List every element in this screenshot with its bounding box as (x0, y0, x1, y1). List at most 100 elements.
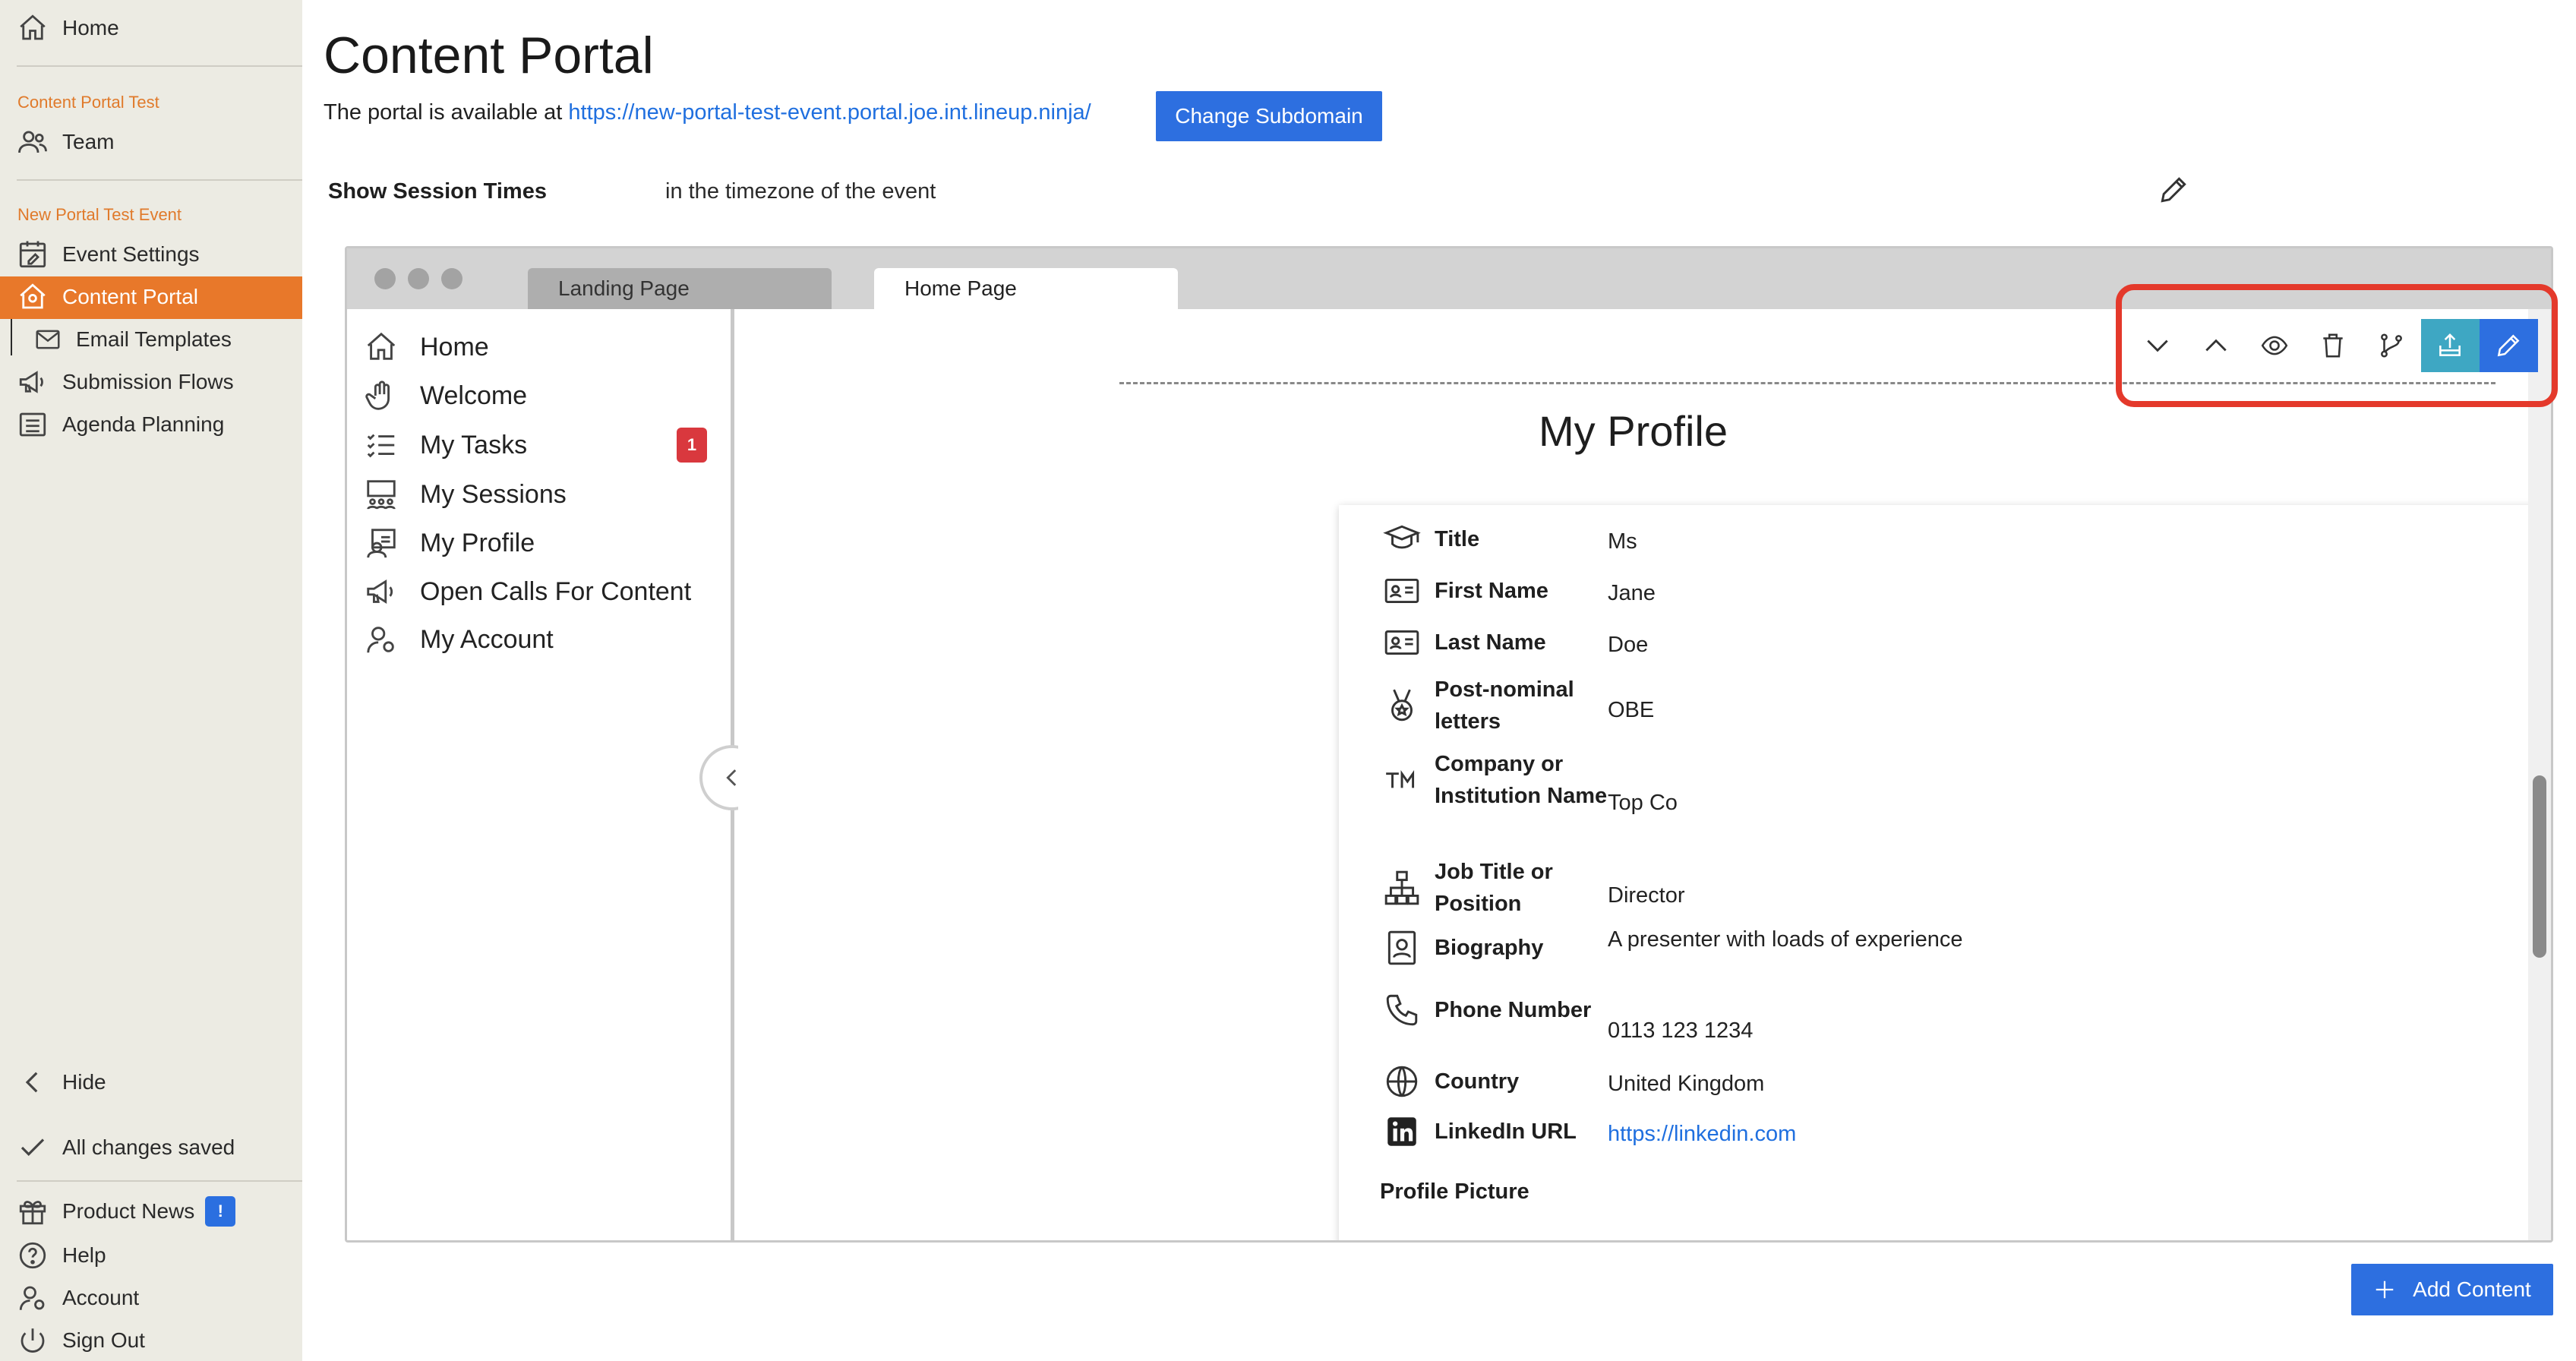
save-status: All changes saved (17, 1129, 235, 1167)
sidebar-item-label: Product News (62, 1199, 195, 1223)
sidebar-item-email-templates[interactable]: Email Templates (33, 321, 232, 358)
portal-text: The portal is available at (324, 100, 563, 125)
preview-nav-welcome[interactable]: Welcome (364, 374, 527, 417)
preview-nav-my-tasks[interactable]: My Tasks (364, 424, 527, 466)
question-icon (17, 1239, 49, 1271)
power-icon (17, 1325, 49, 1356)
field-label: Last Name (1435, 630, 1546, 655)
user-gear-icon (17, 1282, 49, 1314)
field-label: Title (1435, 527, 1480, 551)
medal-icon (1383, 687, 1421, 725)
pencil-icon[interactable] (2157, 173, 2190, 207)
scrollbar[interactable] (2528, 309, 2551, 1240)
sidebar-item-label: Content Portal (62, 285, 198, 308)
field-row-linkedin: LinkedIn URL (1383, 1113, 1609, 1151)
profile-icon (364, 526, 399, 561)
envelope-icon (33, 325, 62, 354)
team-icon (17, 126, 49, 158)
home-icon (17, 12, 49, 44)
sidebar-item-label: Account (62, 1286, 140, 1309)
field-label: First Name (1435, 579, 1548, 603)
account-icon (364, 622, 399, 657)
hide-sidebar-button[interactable]: Hide (17, 1063, 106, 1101)
sidebar-item-label: Team (62, 130, 115, 153)
preview-nav-label: My Account (420, 624, 554, 654)
field-value: Doe (1608, 633, 1649, 657)
sidebar-item-label: Sign Out (62, 1328, 145, 1352)
add-content-button[interactable]: Add Content (2351, 1264, 2553, 1315)
preview-content-area: My Profile Title Ms First Name Jane Last… (738, 309, 2551, 1240)
field-label: Country (1435, 1069, 1520, 1094)
field-row-biography: Biography (1383, 929, 1609, 967)
sidebar-item-label: Help (62, 1243, 106, 1267)
mortarboard-icon (1383, 520, 1421, 558)
section-title: My Profile (1539, 407, 1728, 455)
list-icon (17, 409, 49, 441)
preview-nav-label: Welcome (420, 381, 528, 410)
preview-nav-open-calls[interactable]: Open Calls For Content (364, 570, 691, 613)
megaphone-icon (17, 366, 49, 398)
field-row-post-nominal: Post-nominal letters (1383, 674, 1609, 737)
profile-picture-label: Profile Picture (1380, 1179, 1530, 1204)
preview-nav-my-account[interactable]: My Account (364, 618, 554, 661)
session-times-value: in the timezone of the event (665, 179, 936, 204)
sidebar-item-label: Email Templates (76, 327, 232, 351)
field-label: Biography (1435, 936, 1544, 960)
tab-home-page[interactable]: Home Page (874, 268, 1178, 309)
field-row-last-name: Last Name (1383, 624, 1609, 662)
sidebar-item-label: Agenda Planning (62, 412, 225, 436)
org-chart-icon (1383, 869, 1421, 907)
event-section-label: New Portal Test Event (17, 205, 182, 224)
news-badge: ! (205, 1196, 236, 1227)
sidebar-divider (17, 1180, 302, 1182)
field-value: A presenter with loads of experience (1608, 927, 1963, 952)
save-status-text: All changes saved (62, 1135, 235, 1159)
field-row-company: Company or Institution Name (1383, 748, 1609, 812)
page-title: Content Portal (324, 27, 654, 84)
sidebar-item-product-news[interactable]: Product News ! (17, 1192, 236, 1230)
sidebar-item-help[interactable]: Help (17, 1236, 106, 1274)
field-value: United Kingdom (1608, 1072, 1765, 1096)
chevron-left-icon (17, 1066, 49, 1098)
field-value: Director (1608, 883, 1685, 908)
sidebar-item-event-settings[interactable]: Event Settings (17, 235, 200, 273)
portrait-icon (1383, 929, 1421, 967)
scrollbar-thumb[interactable] (2533, 775, 2546, 958)
sidebar-item-content-portal[interactable]: Content Portal (17, 278, 198, 316)
preview-nav-my-profile[interactable]: My Profile (364, 522, 535, 564)
sidebar-item-label: Submission Flows (62, 370, 234, 393)
sidebar-item-agenda-planning[interactable]: Agenda Planning (17, 406, 224, 444)
tasks-count-badge: 1 (677, 428, 707, 463)
sidebar-divider (17, 179, 302, 181)
preview-nav-label: Open Calls For Content (420, 576, 692, 606)
field-label: Job Title or Position (1435, 860, 1553, 916)
calendar-edit-icon (17, 238, 49, 270)
checkmark-icon (17, 1132, 49, 1164)
globe-icon (1383, 1063, 1421, 1100)
session-times-label: Show Session Times (328, 179, 547, 204)
id-card-icon (1383, 624, 1421, 662)
field-value: Jane (1608, 581, 1656, 605)
change-subdomain-button[interactable]: Change Subdomain (1156, 91, 1382, 141)
sidebar-item-account[interactable]: Account (17, 1279, 139, 1317)
sidebar-item-sign-out[interactable]: Sign Out (17, 1322, 145, 1359)
linkedin-link[interactable]: https://linkedin.com (1608, 1122, 1796, 1147)
preview-nav-home[interactable]: Home (364, 326, 489, 368)
field-row-title: Title (1383, 520, 1609, 558)
portal-url-link[interactable]: https://new-portal-test-event.portal.joe… (568, 100, 1091, 125)
window-dot (408, 268, 429, 289)
sidebar-item-team[interactable]: Team (17, 123, 114, 161)
wave-hand-icon (364, 378, 399, 413)
preview-nav-label: My Profile (420, 528, 535, 557)
field-row-job-title: Job Title or Position (1383, 856, 1609, 920)
preview-nav-my-sessions[interactable]: My Sessions (364, 473, 567, 516)
linkedin-icon (1383, 1113, 1421, 1151)
field-value: OBE (1608, 698, 1655, 722)
portal-availability: The portal is available at https://new-p… (324, 100, 1091, 125)
tab-landing-page[interactable]: Landing Page (528, 268, 832, 309)
sidebar-item-submission-flows[interactable]: Submission Flows (17, 363, 234, 401)
field-value: Ms (1608, 529, 1637, 554)
field-label: LinkedIn URL (1435, 1119, 1577, 1144)
sidebar-item-home[interactable]: Home (17, 9, 119, 47)
home-icon (364, 330, 399, 365)
